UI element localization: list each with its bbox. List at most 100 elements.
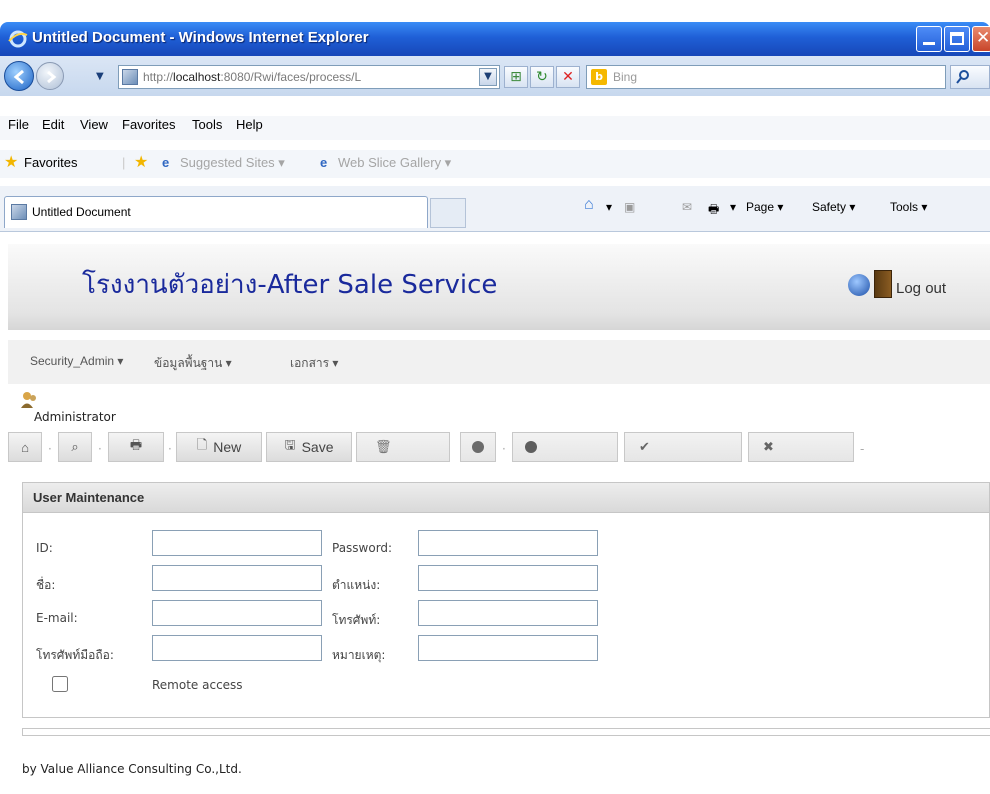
cancel-button[interactable]: ✖ <box>748 432 854 462</box>
check-icon: ✔ <box>639 439 650 454</box>
site-header: โรงงานตัวอย่าง-After Sale Service Log ou… <box>8 244 990 330</box>
phone-label: โทรศัพท์: <box>332 613 381 627</box>
user-name: Administrator <box>34 410 116 424</box>
remote-access-label: Remote access <box>152 678 243 692</box>
new-button[interactable]: 🗋 New <box>176 432 262 462</box>
id-field[interactable] <box>152 530 322 556</box>
web-slice-gallery-link[interactable]: Web Slice Gallery ▾ <box>338 155 451 171</box>
ie-page-icon: e <box>320 155 328 170</box>
menu-file[interactable]: File <box>8 117 29 132</box>
search-button[interactable]: ⌕ <box>58 432 92 462</box>
forward-button[interactable] <box>36 62 64 90</box>
forward-arrow-icon <box>47 70 57 84</box>
phone-field[interactable] <box>418 600 598 626</box>
maximize-button[interactable] <box>944 26 970 52</box>
separator: | <box>122 155 126 170</box>
email-field[interactable] <box>152 600 322 626</box>
door-icon[interactable] <box>874 270 892 298</box>
new-tab-button[interactable] <box>430 198 466 228</box>
globe-icon[interactable] <box>848 274 870 296</box>
safety-menu[interactable]: Safety ▾ <box>812 200 855 214</box>
menu-view[interactable]: View <box>80 117 108 132</box>
add-favorite-icon[interactable]: ★ <box>134 152 148 172</box>
menu-help[interactable]: Help <box>236 117 263 132</box>
favorites-bar: ★ Favorites | ★ e Suggested Sites ▾ e We… <box>0 150 990 178</box>
close-icon: ✕ <box>976 28 990 48</box>
mobile-label: โทรศัพท์มือถือ: <box>36 648 114 662</box>
position-field[interactable] <box>418 565 598 591</box>
suggested-sites-link[interactable]: Suggested Sites ▾ <box>180 155 285 171</box>
refresh-button[interactable]: ↻ <box>530 66 554 88</box>
address-bar: ▼ http://localhost:8080/Rwi/faces/proces… <box>0 56 990 96</box>
menu-security-admin[interactable]: Security_Admin ▾ <box>30 354 123 368</box>
feeds-icon[interactable]: ▣ <box>624 200 635 214</box>
menu-documents[interactable]: เอกสาร ▾ <box>290 354 338 373</box>
home-icon[interactable]: ⌂ <box>584 196 594 214</box>
close-button[interactable]: ✕ <box>972 26 990 52</box>
save-button-label: Save <box>301 439 334 455</box>
mobile-field[interactable] <box>152 635 322 661</box>
minimize-icon <box>923 42 935 45</box>
menu-master-data[interactable]: ข้อมูลพื้นฐาน ▾ <box>154 354 232 373</box>
password-label: Password: <box>332 541 393 555</box>
back-button[interactable] <box>4 61 34 91</box>
new-button-label: New <box>213 439 242 455</box>
tab-bar: Untitled Document ⌂ ▾ ▣ ✉ 🖶 ▾ Page ▾ Saf… <box>0 186 990 232</box>
url-text: http://localhost:8080/Rwi/faces/process/… <box>143 70 362 84</box>
tab-untitled-document[interactable]: Untitled Document <box>4 196 428 228</box>
note-field[interactable] <box>418 635 598 661</box>
url-dropdown-icon[interactable]: ▼ <box>479 68 497 86</box>
name-field[interactable] <box>152 565 322 591</box>
compatibility-button[interactable]: ⊞ <box>504 66 528 88</box>
trash-icon: 🗑 <box>375 439 392 454</box>
action-toolbar: ⌂ · ⌕ · 🖶 · 🗋 New 🖫 Save 🗑 · ✔ ✖ - <box>8 430 990 470</box>
logout-link[interactable]: Log out <box>896 280 946 297</box>
menu-tools[interactable]: Tools <box>192 117 222 132</box>
separator: - <box>860 442 865 456</box>
divider <box>22 728 990 736</box>
url-field[interactable]: http://localhost:8080/Rwi/faces/process/… <box>118 65 500 89</box>
cross-icon: ✖ <box>763 439 774 454</box>
stop-button[interactable]: ✕ <box>556 66 580 88</box>
note-label: หมายเหตุ: <box>332 648 386 662</box>
page-content: โรงงานตัวอย่าง-After Sale Service Log ou… <box>8 244 990 794</box>
tools-menu[interactable]: Tools ▾ <box>890 200 927 214</box>
panel-title: User Maintenance <box>33 490 145 505</box>
mail-icon[interactable]: ✉ <box>682 200 692 214</box>
menu-edit[interactable]: Edit <box>42 117 64 132</box>
ie-logo-icon <box>8 30 28 48</box>
print-dropdown-icon[interactable]: ▾ <box>730 200 736 214</box>
print-icon[interactable]: 🖶 <box>708 200 719 221</box>
home-dropdown-icon[interactable]: ▾ <box>606 200 612 214</box>
new-document-icon: 🗋 <box>196 437 208 452</box>
next-button[interactable] <box>512 432 618 462</box>
history-dropdown-icon[interactable]: ▼ <box>96 71 104 82</box>
bing-icon: b <box>591 69 607 85</box>
search-button[interactable] <box>950 65 990 89</box>
app-menu-bar: Security_Admin ▾ ข้อมูลพื้นฐาน ▾ เอกสาร … <box>8 340 990 384</box>
approve-button[interactable]: ✔ <box>624 432 742 462</box>
previous-button[interactable] <box>460 432 496 462</box>
email-label: E-mail: <box>36 611 78 625</box>
favorites-button[interactable]: Favorites <box>24 155 77 170</box>
position-label: ตำแหน่ง: <box>332 578 381 592</box>
menu-favorites[interactable]: Favorites <box>122 117 175 132</box>
print-button[interactable]: 🖶 <box>108 432 164 462</box>
separator: · <box>48 442 52 456</box>
password-field[interactable] <box>418 530 598 556</box>
remote-access-checkbox[interactable] <box>52 676 68 692</box>
next-icon <box>525 441 537 453</box>
refresh-icon: ↻ <box>536 69 548 85</box>
save-button[interactable]: 🖫 Save <box>266 432 352 462</box>
page-menu[interactable]: Page ▾ <box>746 200 783 214</box>
separator: · <box>98 442 102 456</box>
tab-label: Untitled Document <box>32 205 131 219</box>
search-field[interactable]: b Bing <box>586 65 946 89</box>
compatibility-icon: ⊞ <box>510 69 522 85</box>
delete-button[interactable]: 🗑 <box>356 432 450 462</box>
minimize-button[interactable] <box>916 26 942 52</box>
home-button[interactable]: ⌂ <box>8 432 42 462</box>
search-placeholder: Bing <box>613 70 638 84</box>
separator: · <box>168 442 172 456</box>
stop-icon: ✕ <box>562 69 574 85</box>
